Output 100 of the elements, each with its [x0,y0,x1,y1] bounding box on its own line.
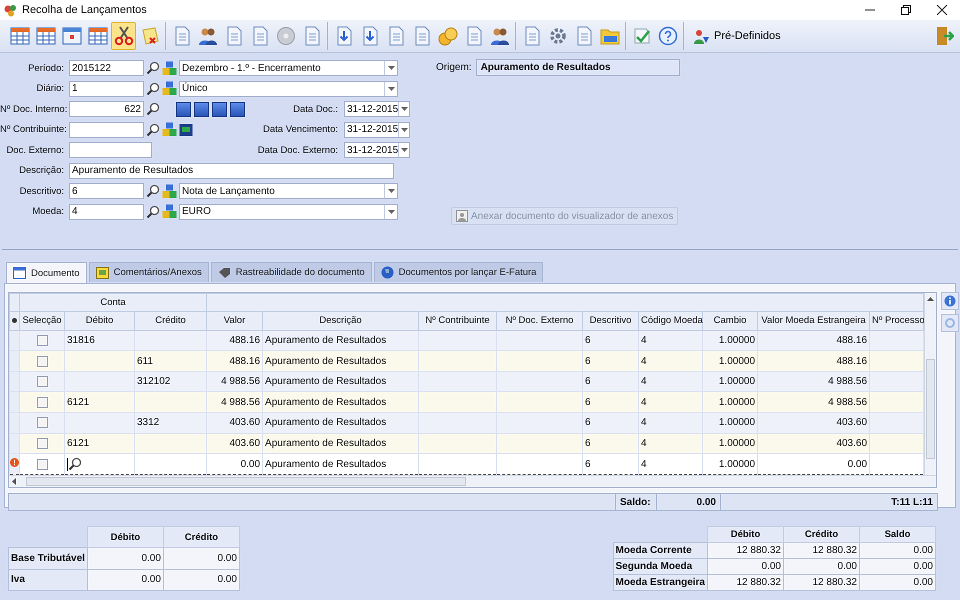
search-icon[interactable] [146,82,160,96]
tab[interactable]: Rastreabilidade do documento [210,262,372,282]
column-header[interactable]: Nº Doc. Externo [496,312,583,330]
globe-icon [380,266,394,279]
column-header[interactable]: Nº Processo [870,312,924,330]
disc-icon[interactable] [276,26,296,46]
checkbox[interactable] [36,376,48,388]
column-header[interactable]: Cambio [702,312,758,330]
left-arrow-icon[interactable] [12,478,16,485]
tab[interactable]: Comentários/Anexos [88,262,209,282]
field-label: Descritivo: [18,186,65,196]
code-field[interactable]: 6 [69,183,144,199]
table-cell: 4 [641,458,647,470]
search-icon[interactable] [146,122,160,136]
presets-button[interactable]: Pré-Definidos [690,24,784,48]
table-cell: 403.60 [836,438,868,449]
document-icon[interactable] [172,26,190,46]
column-header[interactable]: Descritivo [582,312,639,330]
grid-icon[interactable] [10,27,30,45]
field-label: Descrição: [18,165,65,176]
table-cell: Apuramento de Resultados [265,334,386,346]
previous-button[interactable] [194,102,209,116]
table-cell: 1.00000 [718,356,756,367]
grid-icon[interactable] [36,27,56,45]
first-button[interactable] [176,102,191,116]
table-cell: 0.00 [240,458,260,470]
document-icon[interactable] [574,26,592,46]
calendar-icon[interactable] [62,27,82,45]
tab[interactable]: Documento [6,262,87,283]
tab[interactable]: Documentos por lançar E-Fatura [374,262,544,282]
grid-icon[interactable] [88,27,108,45]
search-icon[interactable] [146,184,160,198]
up-arrow-icon[interactable] [927,297,934,301]
column-header[interactable]: Selecção [20,312,64,330]
next-button[interactable] [212,102,227,116]
date-field[interactable]: 31-12-2015 [344,142,410,158]
row-header: Base Tributável [8,548,88,570]
dropdown-field[interactable]: Dezembro - 1.º - Encerramento [179,60,398,76]
code-field[interactable]: 1 [69,80,144,96]
column-header[interactable]: Nº Contribuinte [418,312,497,330]
card-icon[interactable] [179,122,193,136]
table-cell: 4 [641,438,647,449]
document-icon[interactable] [464,26,482,46]
table-cell: Apuramento de Resultados [265,396,386,408]
checkbox[interactable] [36,438,48,449]
table-cell: 0.00 [860,574,936,590]
table-cell: 4 [641,376,647,388]
document-icon[interactable] [412,26,430,46]
column-header[interactable]: Código Moeda [638,312,703,330]
document-icon[interactable] [250,26,268,46]
exit-icon[interactable] [936,26,954,46]
field-label: Nº Doc. Interno: [0,104,67,114]
number-field[interactable]: 622 [69,101,144,117]
code-field[interactable]: 4 [69,204,144,220]
scrollbar[interactable] [9,475,936,487]
table-cell: 6 [585,334,591,346]
dropdown-field[interactable]: Nota de Lançamento [179,183,398,199]
last-button[interactable] [230,102,245,116]
search-icon[interactable] [146,102,160,116]
help-icon[interactable] [658,26,678,46]
info-button[interactable] [941,292,960,310]
folder-icon[interactable] [600,27,620,45]
gear-icon[interactable] [548,26,568,46]
code-field[interactable]: 2015122 [69,60,144,76]
close-icon[interactable] [937,5,947,15]
document-icon[interactable] [224,26,242,46]
input-field[interactable] [69,122,144,138]
input-field[interactable] [69,142,152,158]
balance-label: Saldo: [615,494,656,510]
document-icon[interactable] [302,26,320,46]
table-cell: 403.60 [836,417,868,428]
scrollbar[interactable] [924,293,936,475]
column-header[interactable]: Valor Moeda Estrangeira [758,312,870,330]
note-icon[interactable] [140,26,160,46]
column-header[interactable]: Valor [206,312,263,330]
checkbox[interactable] [36,334,48,346]
dropdown-field[interactable]: Único [179,80,398,96]
checkbox[interactable] [36,356,48,367]
document-icon[interactable] [522,26,540,46]
checkbox[interactable] [36,417,48,428]
date-field[interactable]: 31-12-2015 [344,101,410,117]
arrow-icon[interactable] [360,26,378,46]
arrow-icon[interactable] [334,26,352,46]
input-field[interactable]: Apuramento de Resultados [69,162,394,178]
scissors-icon[interactable] [114,26,134,46]
note-icon [96,266,109,278]
dropdown-field[interactable]: EURO [179,204,398,220]
checkbox[interactable] [36,458,48,470]
checkbox[interactable] [36,396,48,408]
search-icon[interactable] [68,457,82,472]
restore-icon[interactable] [901,5,911,15]
date-field[interactable]: 31-12-2015 [344,122,410,138]
column-header[interactable]: Crédito [134,312,207,330]
column-header[interactable]: Descrição [262,312,419,330]
column-header[interactable]: Débito [64,312,134,330]
coins-icon[interactable] [438,26,458,46]
document-icon[interactable] [386,26,404,46]
search-icon[interactable] [146,204,160,218]
search-icon[interactable] [146,61,160,75]
checkmark-icon[interactable] [632,26,652,46]
